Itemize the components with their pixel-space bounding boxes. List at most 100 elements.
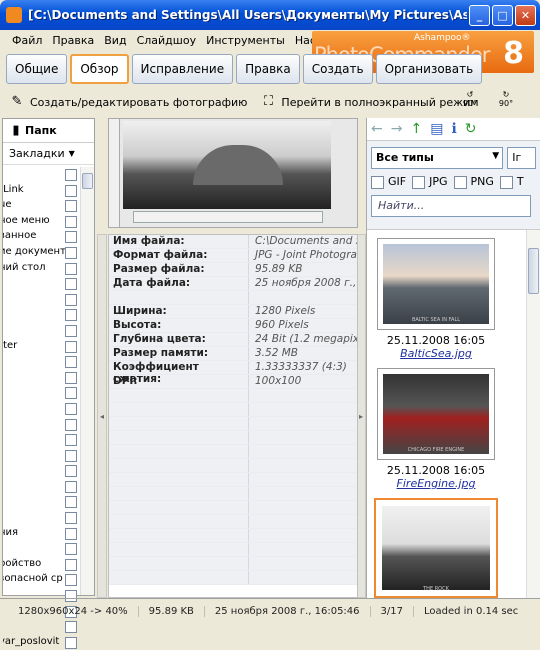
folder-checkbox[interactable] (65, 387, 77, 400)
file-type-select[interactable]: Все типы ▼ (371, 147, 504, 169)
folder-row[interactable]: ное меню (3, 214, 81, 230)
folder-row[interactable] (3, 432, 81, 448)
menu-slideshow[interactable]: Слайдшоу (137, 34, 197, 47)
folder-checkbox[interactable] (65, 418, 77, 431)
folder-row[interactable]: ue (3, 198, 81, 214)
rotate-right-button[interactable]: ↻ 90° (492, 90, 520, 114)
folder-row[interactable] (3, 463, 81, 479)
up-icon[interactable]: ↑ (410, 121, 422, 137)
folder-row[interactable] (3, 276, 81, 292)
folder-checkbox[interactable] (65, 465, 77, 478)
left-collapse-handle[interactable]: ◂ (97, 234, 107, 598)
folder-row[interactable] (3, 510, 81, 526)
folder-checkbox[interactable] (65, 356, 77, 369)
folder-checkbox[interactable] (65, 278, 77, 291)
bookmarks-dropdown[interactable]: Закладки ▼ (3, 143, 94, 165)
filter-png[interactable]: PNG (453, 175, 494, 189)
folder-checkbox[interactable] (65, 169, 77, 181)
rotate-left-button[interactable]: ↺ 90° (456, 90, 484, 114)
folder-checkbox[interactable] (65, 574, 77, 587)
folder-checkbox[interactable] (65, 402, 77, 415)
folder-checkbox[interactable] (65, 231, 77, 244)
folder-checkbox[interactable] (65, 184, 77, 197)
folder-row[interactable]: rLink (3, 183, 81, 199)
folder-row[interactable]: ний стол (3, 261, 81, 277)
folder-row[interactable] (3, 307, 81, 323)
tab-browse[interactable]: Обзор (70, 54, 129, 84)
folder-checkbox[interactable] (65, 496, 77, 509)
folder-row[interactable] (3, 370, 81, 386)
folder-row[interactable] (3, 494, 81, 510)
folder-row[interactable]: зопасной ср (3, 572, 81, 588)
back-icon[interactable]: ← (371, 121, 383, 137)
folder-checkbox[interactable] (65, 262, 77, 275)
tab-edit[interactable]: Правка (236, 54, 300, 84)
tab-fix[interactable]: Исправление (131, 54, 234, 84)
scroll-thumb[interactable] (528, 248, 539, 294)
folder-checkbox[interactable] (65, 246, 77, 259)
minimize-button[interactable]: _ (469, 4, 490, 26)
folder-row[interactable] (3, 417, 81, 433)
folder-row[interactable] (3, 479, 81, 495)
folder-row[interactable] (3, 323, 81, 339)
fullscreen-button[interactable]: ⛶ Перейти в полноэкранный режим (259, 93, 479, 111)
folder-checkbox[interactable] (65, 636, 77, 649)
thumbnail-card[interactable]: BALTIC SEA IN FALL 25.11.2008 16:05 Balt… (374, 238, 498, 360)
zoom-slider[interactable] (108, 118, 120, 228)
filter-tif[interactable]: T (499, 175, 524, 189)
thumbnail-card[interactable]: CHICAGO FIRE ENGINE 25.11.2008 16:05 Fir… (374, 368, 498, 490)
folder-checkbox[interactable] (65, 434, 77, 447)
folder-checkbox[interactable] (65, 324, 77, 337)
thumbnail-scrollbar[interactable] (526, 230, 540, 598)
maximize-button[interactable]: □ (492, 4, 513, 26)
preview-hscroll[interactable] (133, 211, 323, 223)
folder-row[interactable]: ванное (3, 229, 81, 245)
forward-icon[interactable]: → (391, 121, 403, 137)
png-checkbox[interactable] (453, 175, 467, 189)
folder-checkbox[interactable] (65, 340, 77, 353)
folder-row[interactable] (3, 541, 81, 557)
folder-checkbox[interactable] (65, 371, 77, 384)
folder-row[interactable] (3, 167, 81, 183)
folder-checkbox[interactable] (65, 558, 77, 571)
folder-checkbox[interactable] (65, 512, 77, 525)
folder-checkbox[interactable] (65, 293, 77, 306)
menu-tools[interactable]: Инструменты (206, 34, 285, 47)
scroll-thumb[interactable] (82, 173, 93, 189)
tab-general[interactable]: Общие (6, 54, 68, 84)
folder-checkbox[interactable] (65, 527, 77, 540)
menu-edit[interactable]: Правка (52, 34, 94, 47)
tif-checkbox[interactable] (499, 175, 513, 189)
tab-organize[interactable]: Организовать (375, 54, 483, 84)
info-icon[interactable]: ℹ (451, 121, 456, 137)
thumbnail-card-selected[interactable]: THE ROCK (374, 498, 498, 598)
close-button[interactable]: ✕ (515, 4, 536, 26)
folder-checkbox[interactable] (65, 480, 77, 493)
folder-row[interactable] (3, 354, 81, 370)
folder-row[interactable]: ройство (3, 557, 81, 573)
sort-select[interactable]: Іг (507, 147, 536, 169)
gif-checkbox[interactable] (371, 175, 384, 189)
filter-gif[interactable]: GIF (371, 175, 406, 189)
folder-checkbox[interactable] (65, 200, 77, 213)
filter-jpg[interactable]: JPG (412, 175, 448, 189)
tab-create[interactable]: Создать (302, 54, 373, 84)
folder-checkbox[interactable] (65, 449, 77, 462)
view-icon[interactable]: ▤ (430, 121, 443, 137)
edit-photo-button[interactable]: ✎ Создать/редактировать фотографию (8, 93, 248, 111)
folder-row[interactable] (3, 448, 81, 464)
folder-checkbox[interactable] (65, 215, 77, 228)
jpg-checkbox[interactable] (412, 175, 426, 189)
folder-checkbox[interactable] (65, 309, 77, 322)
folders-tab[interactable]: ▮ Папк (3, 119, 94, 143)
folder-row[interactable]: rter (3, 339, 81, 355)
menu-file[interactable]: Файл (12, 34, 42, 47)
refresh-icon[interactable]: ↻ (465, 121, 477, 137)
menu-view[interactable]: Вид (104, 34, 126, 47)
folder-row[interactable] (3, 292, 81, 308)
folder-row[interactable] (3, 385, 81, 401)
folder-checkbox[interactable] (65, 543, 77, 556)
folder-scrollbar[interactable] (80, 167, 94, 595)
search-input[interactable]: Найти... (371, 194, 531, 217)
folder-row[interactable]: var_poslovit (3, 635, 81, 650)
